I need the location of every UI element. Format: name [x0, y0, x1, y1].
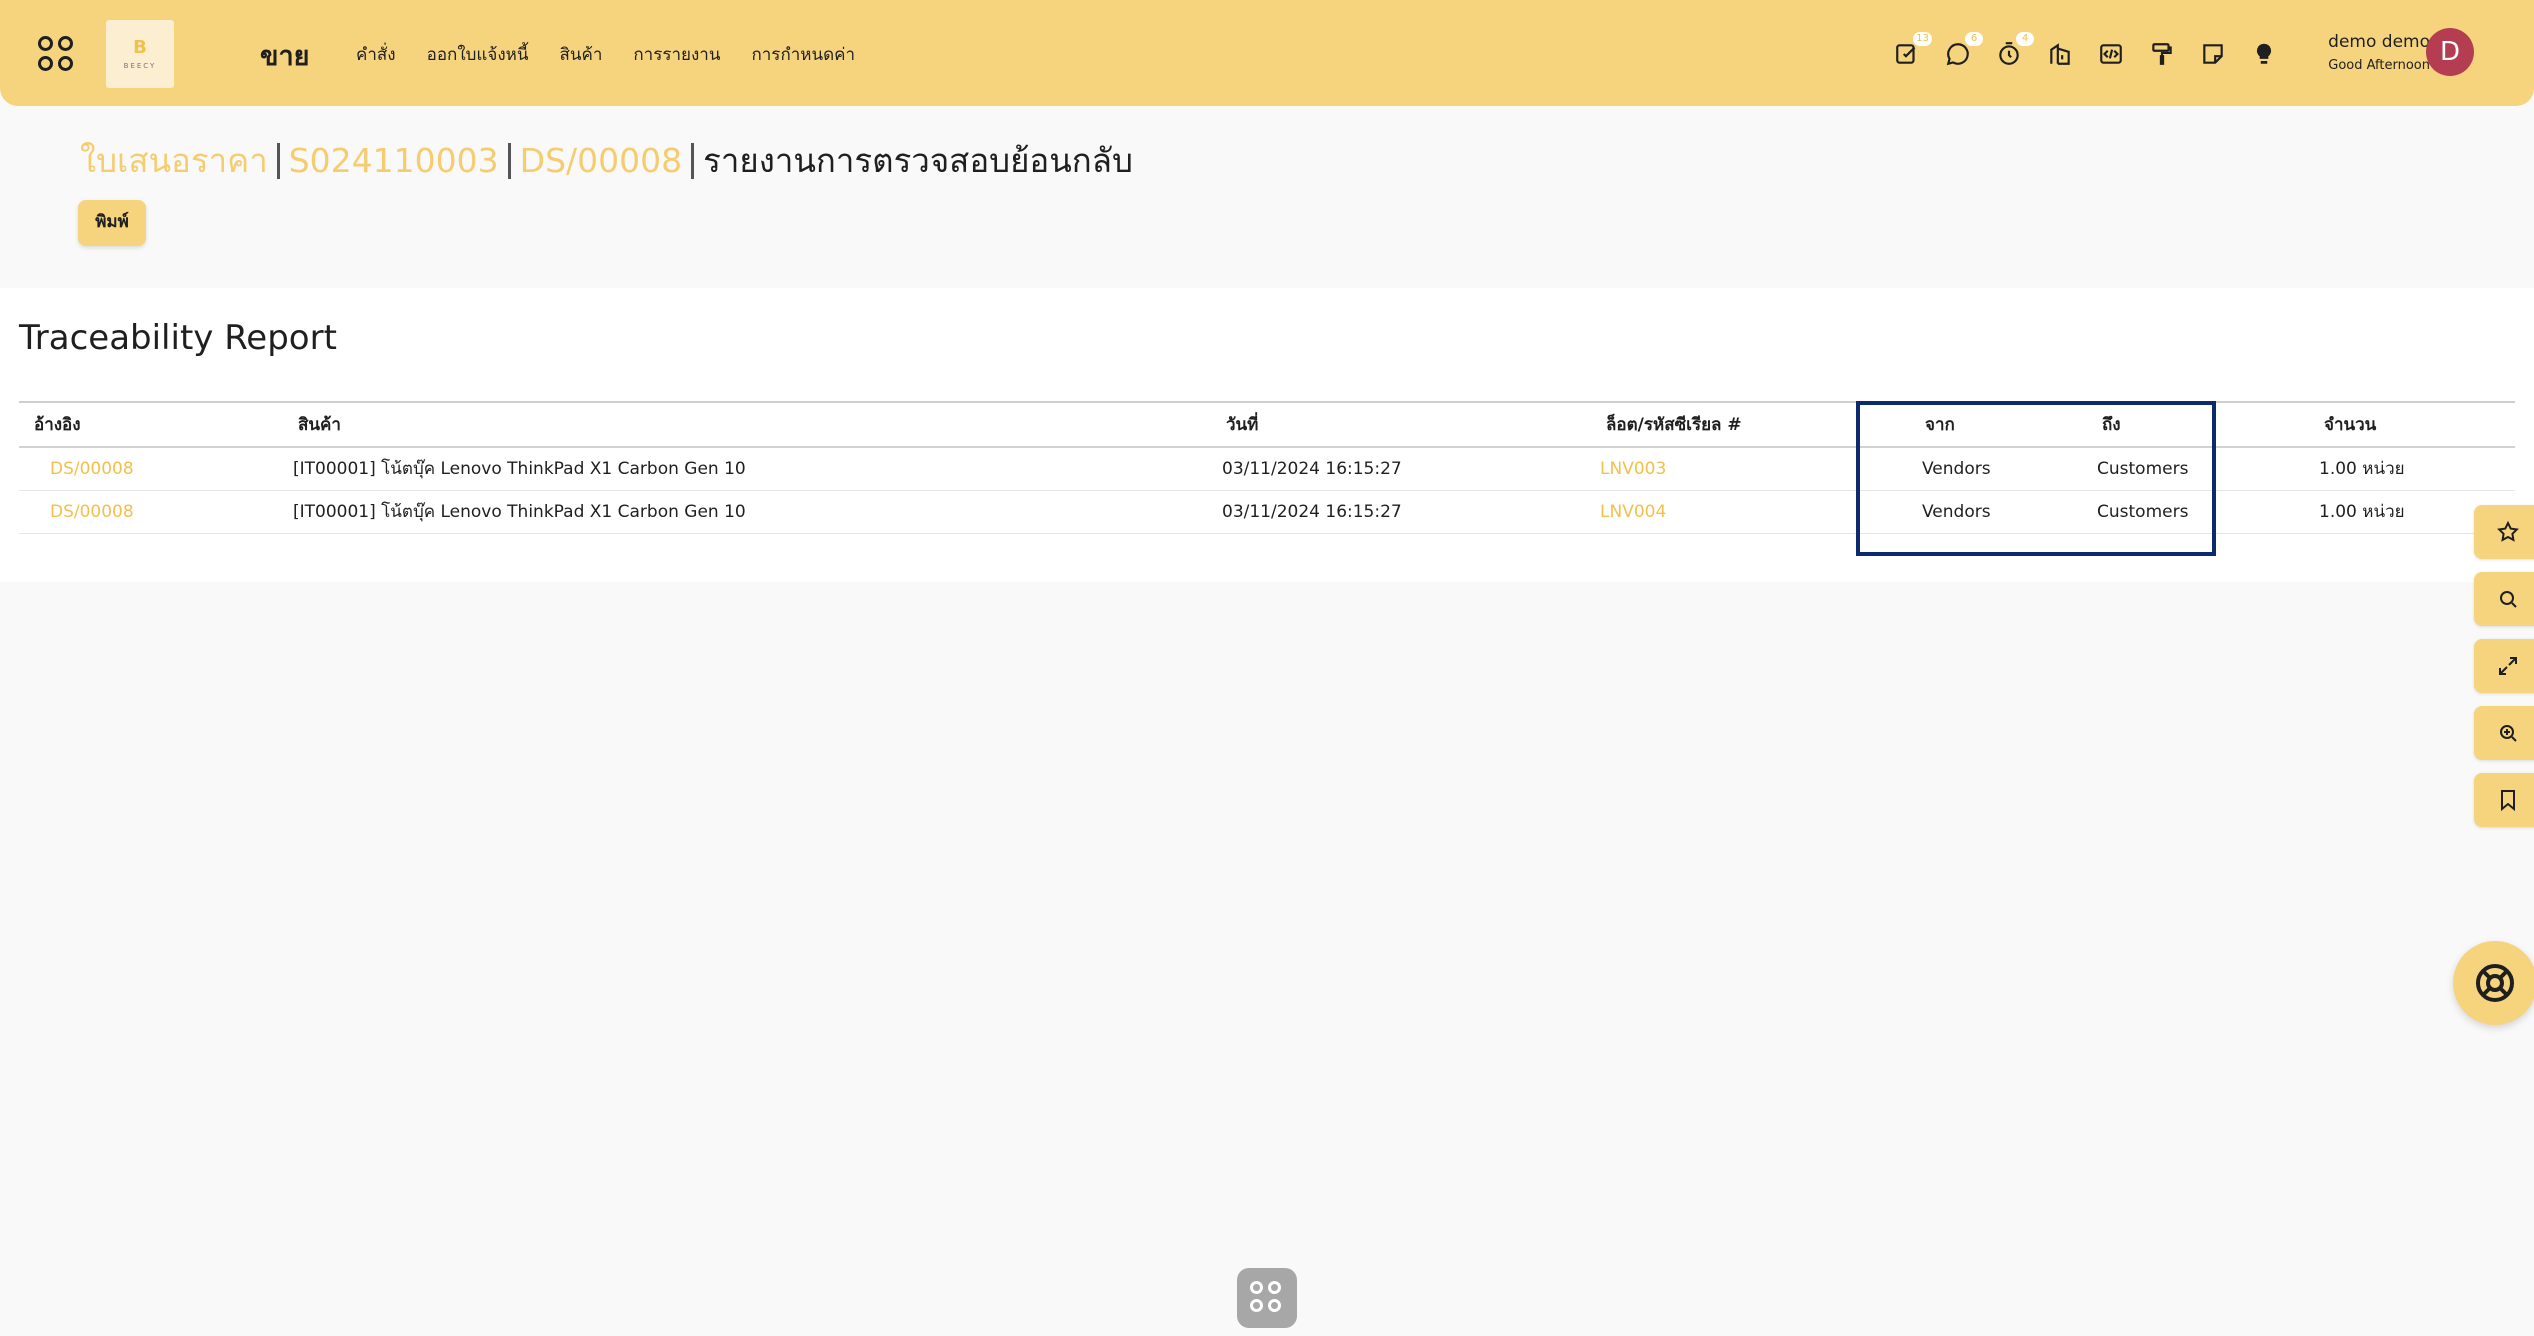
systray: 13 6 4 — [1892, 32, 2279, 68]
lightbulb-icon[interactable] — [2249, 38, 2279, 68]
row-quantity: 1.00 หน่วย — [2319, 502, 2405, 522]
note-icon[interactable] — [2198, 38, 2228, 68]
from-to-highlight — [1856, 401, 2216, 556]
activity-badge: 13 — [1913, 32, 1932, 46]
bottom-app-switcher-icon[interactable] — [1237, 1268, 1297, 1328]
chat-icon[interactable]: 6 — [1943, 32, 1983, 68]
col-product: สินค้า — [298, 415, 341, 435]
menu-item-invoicing[interactable]: ออกใบแจ้งหนี้ — [427, 41, 529, 68]
code-icon[interactable] — [2096, 38, 2126, 68]
avatar[interactable]: D — [2426, 28, 2474, 76]
menu-item-products[interactable]: สินค้า — [559, 41, 602, 68]
row-quantity: 1.00 หน่วย — [2319, 459, 2405, 479]
breadcrumb-sale-order[interactable]: S024110003 — [289, 141, 499, 180]
row-lot[interactable]: LNV004 — [1600, 491, 1666, 534]
expand-icon[interactable] — [2474, 639, 2534, 693]
breadcrumb-delivery[interactable]: DS/00008 — [520, 141, 682, 180]
row-reference[interactable]: DS/00008 — [50, 491, 134, 534]
breadcrumb-separator — [691, 142, 695, 179]
favorite-star-icon[interactable] — [2474, 505, 2534, 559]
menu-item-reporting[interactable]: การรายงาน — [633, 41, 720, 68]
print-button[interactable]: พิมพ์ — [78, 200, 146, 246]
row-date: 03/11/2024 16:15:27 — [1222, 502, 1402, 522]
search-icon[interactable] — [2474, 572, 2534, 626]
breadcrumb: ใบเสนอราคา S024110003 DS/00008 รายงานการ… — [80, 134, 1133, 187]
app-name[interactable]: ขาย — [260, 34, 309, 77]
paint-roller-icon[interactable] — [2147, 38, 2177, 68]
breadcrumb-separator — [507, 142, 511, 179]
row-product: [IT00001] โน้ตบุ๊ค Lenovo ThinkPad X1 Ca… — [293, 502, 746, 522]
col-date: วันที่ — [1226, 415, 1259, 435]
timer-icon[interactable]: 4 — [1994, 32, 2034, 68]
company-icon[interactable] — [2045, 38, 2075, 68]
top-navbar: B BEECY ขาย คำสั่ง ออกใบแจ้งหนี้ สินค้า … — [0, 0, 2534, 106]
breadcrumb-separator — [276, 142, 280, 179]
main-menu: คำสั่ง ออกใบแจ้งหนี้ สินค้า การรายงาน กา… — [356, 41, 855, 68]
row-product: [IT00001] โน้ตบุ๊ค Lenovo ThinkPad X1 Ca… — [293, 459, 746, 479]
zoom-in-icon[interactable] — [2474, 706, 2534, 760]
page-title: รายงานการตรวจสอบย้อนกลับ — [703, 141, 1133, 180]
side-toolbar — [2474, 505, 2534, 840]
user-name: demo demo — [2328, 32, 2430, 52]
col-reference: อ้างอิง — [34, 415, 81, 435]
activity-icon[interactable]: 13 — [1892, 32, 1932, 68]
row-reference[interactable]: DS/00008 — [50, 448, 134, 491]
user-menu[interactable]: demo demo Good Afternoon — [2300, 32, 2430, 73]
row-date: 03/11/2024 16:15:27 — [1222, 459, 1402, 479]
menu-item-configuration[interactable]: การกำหนดค่า — [751, 41, 855, 68]
col-quantity: จำนวน — [2324, 415, 2377, 435]
help-lifebuoy-icon[interactable] — [2453, 941, 2534, 1025]
app-menu-icon[interactable] — [38, 36, 76, 74]
breadcrumb-quotations[interactable]: ใบเสนอราคา — [80, 134, 268, 187]
bookmark-icon[interactable] — [2474, 773, 2534, 827]
report-title: Traceability Report — [19, 318, 337, 358]
col-lot: ล็อต/รหัสซีเรียล # — [1606, 415, 1742, 435]
greeting: Good Afternoon — [2328, 58, 2430, 73]
chat-badge: 6 — [1965, 32, 1983, 46]
row-lot[interactable]: LNV003 — [1600, 448, 1666, 491]
menu-item-orders[interactable]: คำสั่ง — [356, 41, 396, 68]
timer-badge: 4 — [2016, 32, 2034, 46]
company-logo[interactable]: B BEECY — [106, 20, 174, 88]
